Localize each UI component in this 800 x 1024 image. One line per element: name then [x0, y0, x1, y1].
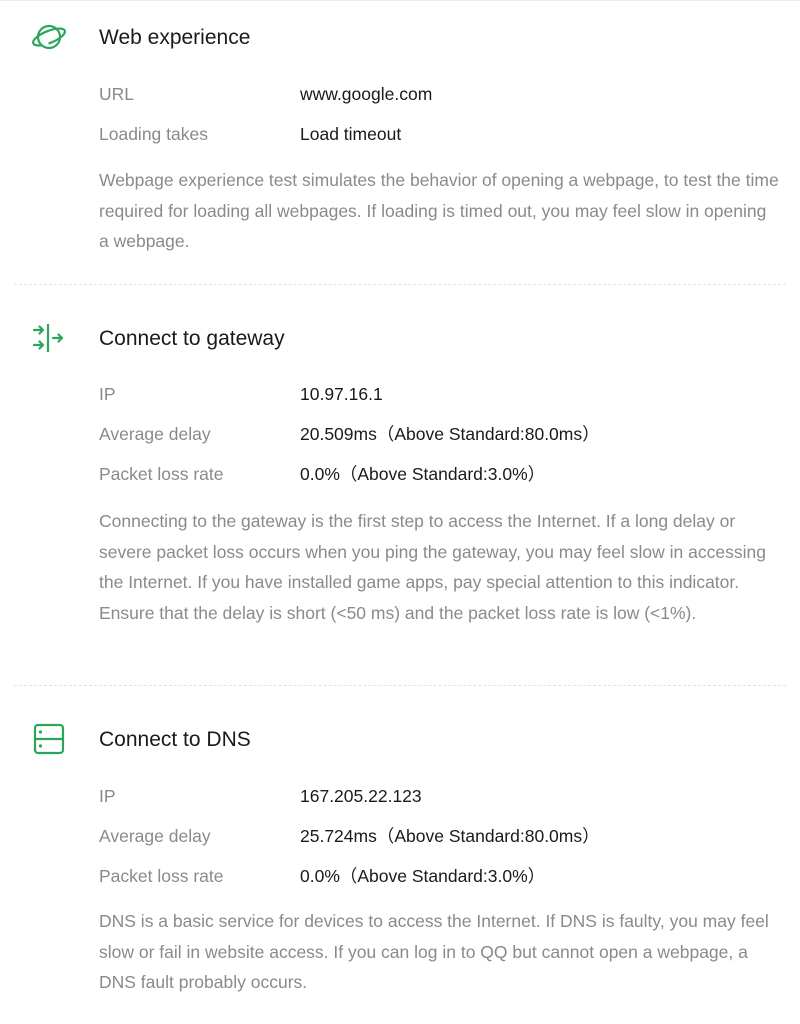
- section-title: Connect to DNS: [99, 728, 251, 751]
- section-description: DNS is a basic service for devices to ac…: [99, 911, 769, 992]
- row-label: Average delay: [99, 826, 211, 846]
- row-value: www.google.com: [300, 84, 433, 104]
- row-label: URL: [99, 84, 135, 104]
- row-value: Load timeout: [300, 124, 402, 144]
- info-row-loading: Loading takes Load timeout: [0, 121, 800, 147]
- info-row-url: URL www.google.com: [0, 81, 800, 107]
- section-divider: [14, 685, 786, 686]
- network-diagnosis-page: Web experience URL www.google.com Loadin…: [0, 0, 800, 1024]
- row-value: 25.724ms（Above Standard:80.0ms）: [300, 826, 600, 846]
- gateway-connect-icon: [30, 319, 68, 357]
- info-row-packet-loss: Packet loss rate 0.0%（Above Standard:3.0…: [0, 461, 800, 487]
- info-row-average-delay: Average delay 20.509ms（Above Standard:80…: [0, 421, 800, 447]
- dns-server-icon: [30, 720, 68, 758]
- section-description: Connecting to the gateway is the first s…: [99, 511, 766, 623]
- row-value: 167.205.22.123: [300, 786, 422, 806]
- section-description: Webpage experience test simulates the be…: [99, 170, 779, 251]
- row-value: 20.509ms（Above Standard:80.0ms）: [300, 424, 600, 444]
- row-label: IP: [99, 786, 116, 806]
- info-row-ip: IP 10.97.16.1: [0, 381, 800, 407]
- section-divider: [14, 284, 786, 285]
- row-value: 10.97.16.1: [300, 384, 383, 404]
- row-label: Loading takes: [99, 124, 208, 144]
- top-divider: [0, 0, 800, 1]
- row-label: IP: [99, 384, 116, 404]
- section-title: Connect to gateway: [99, 327, 285, 350]
- section-title: Web experience: [99, 26, 251, 49]
- row-label: Packet loss rate: [99, 866, 224, 886]
- info-row-ip: IP 167.205.22.123: [0, 783, 800, 809]
- row-value: 0.0%（Above Standard:3.0%）: [300, 866, 546, 886]
- row-value: 0.0%（Above Standard:3.0%）: [300, 464, 546, 484]
- planet-icon: [30, 18, 68, 56]
- row-label: Average delay: [99, 424, 211, 444]
- info-row-packet-loss: Packet loss rate 0.0%（Above Standard:3.0…: [0, 863, 800, 889]
- row-label: Packet loss rate: [99, 464, 224, 484]
- info-row-average-delay: Average delay 25.724ms（Above Standard:80…: [0, 823, 800, 849]
